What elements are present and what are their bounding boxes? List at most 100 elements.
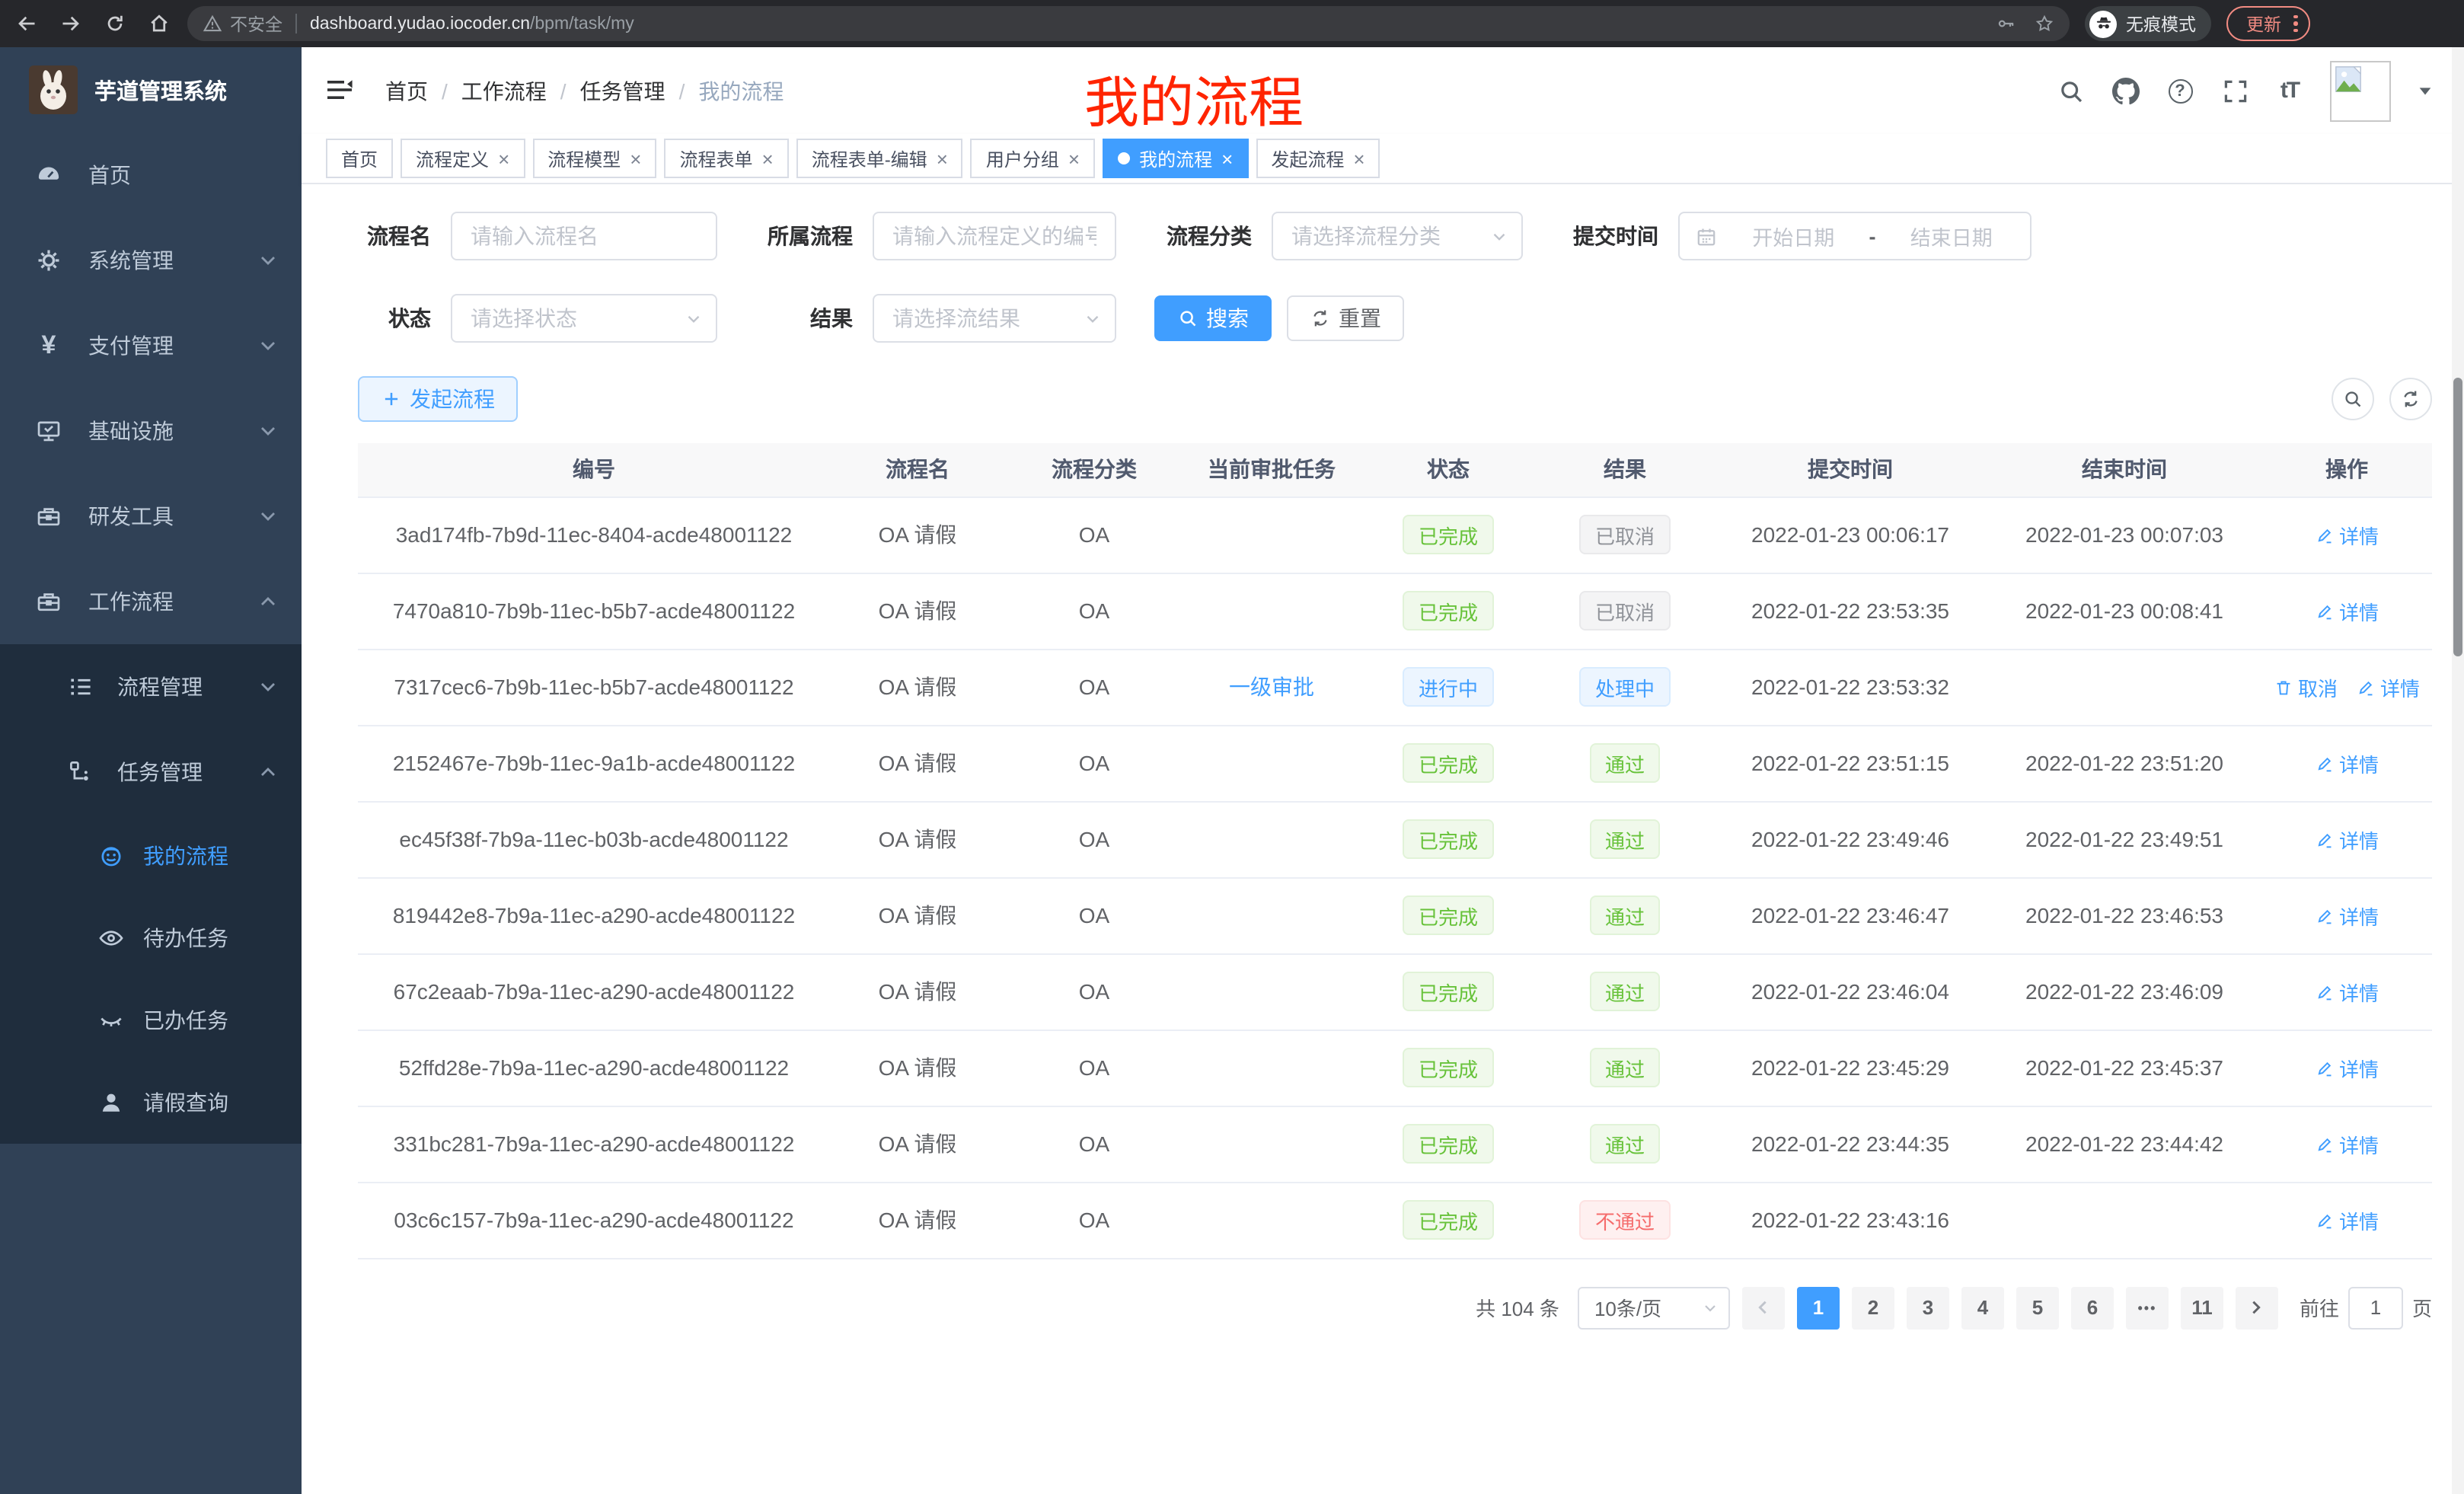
close-icon[interactable]: × <box>762 148 774 168</box>
sidebar-item-my-process[interactable]: 我的流程 <box>0 815 302 897</box>
page-button-11[interactable]: 11 <box>2181 1286 2223 1329</box>
close-icon[interactable]: × <box>1353 148 1364 168</box>
tab-process-form[interactable]: 流程表单× <box>664 139 788 178</box>
next-page-button[interactable] <box>2236 1286 2278 1329</box>
update-label: 更新 <box>2246 11 2281 36</box>
close-icon[interactable]: × <box>1068 148 1080 168</box>
page-size-select[interactable]: 10条/页 <box>1578 1286 1730 1329</box>
scrollbar-track[interactable] <box>2452 47 2464 1494</box>
page-button-1[interactable]: 1 <box>1797 1286 1840 1329</box>
sidebar-item-task-mgmt[interactable]: 任务管理 <box>0 729 302 815</box>
breadcrumb-item[interactable]: 任务管理 <box>580 75 665 106</box>
edit-icon <box>2315 1210 2335 1230</box>
sidebar-item-devtools[interactable]: 研发工具 <box>0 474 302 559</box>
tab-process-form-edit[interactable]: 流程表单-编辑× <box>796 139 963 178</box>
browser-menu-icon[interactable] <box>2293 14 2297 33</box>
tab-start-process[interactable]: 发起流程× <box>1256 139 1380 178</box>
browser-home-icon[interactable] <box>142 7 175 40</box>
avatar-caret-icon[interactable] <box>2417 82 2434 99</box>
end-date-placeholder[interactable]: 结束日期 <box>1888 221 2016 251</box>
search-button[interactable]: 搜索 <box>1154 295 1272 341</box>
close-icon[interactable]: × <box>1221 148 1233 168</box>
close-icon[interactable]: × <box>630 148 641 168</box>
detail-link[interactable]: 详情 <box>2315 825 2379 854</box>
github-icon[interactable] <box>2111 76 2140 105</box>
breadcrumb-item[interactable]: 工作流程 <box>461 75 547 106</box>
tab-user-group[interactable]: 用户分组× <box>971 139 1095 178</box>
status-select[interactable]: 请选择状态 <box>451 294 717 343</box>
submit-time-range[interactable]: 开始日期 - 结束日期 <box>1678 212 2032 260</box>
workflow-icon <box>32 585 65 618</box>
create-process-button[interactable]: 发起流程 <box>358 376 518 422</box>
more-pages-button[interactable]: ••• <box>2126 1286 2169 1329</box>
page-button-4[interactable]: 4 <box>1961 1286 2004 1329</box>
detail-link[interactable]: 详情 <box>2315 596 2379 625</box>
sidebar-toggle-icon[interactable] <box>324 74 358 107</box>
sidebar-item-done-tasks[interactable]: 已办任务 <box>0 979 302 1061</box>
table-row: 819442e8-7b9a-11ec-a290-acde48001122 OA … <box>358 877 2432 953</box>
detail-link[interactable]: 详情 <box>2315 1053 2379 1082</box>
browser-reload-icon[interactable] <box>97 7 131 40</box>
status-badge: 已完成 <box>1403 895 1493 935</box>
sidebar-item-home[interactable]: 首页 <box>0 132 302 218</box>
security-label[interactable]: 不安全 <box>230 11 282 36</box>
page-button-5[interactable]: 5 <box>2016 1286 2059 1329</box>
detail-link[interactable]: 详情 <box>2315 977 2379 1006</box>
browser-forward-icon[interactable] <box>53 7 87 40</box>
tab-my-process[interactable]: 我的流程× <box>1103 139 1248 178</box>
reset-button[interactable]: 重置 <box>1287 295 1404 341</box>
start-date-placeholder[interactable]: 开始日期 <box>1730 221 1857 251</box>
refresh-table-button[interactable] <box>2389 378 2432 420</box>
key-icon[interactable] <box>1996 14 2016 34</box>
font-size-icon[interactable]: tT <box>2275 76 2304 105</box>
process-definition-input[interactable] <box>873 212 1116 260</box>
detail-link[interactable]: 详情 <box>2315 1129 2379 1158</box>
filter-row-1: 流程名 所属流程 流程分类 请选择流程分类 <box>358 212 2432 260</box>
page-button-2[interactable]: 2 <box>1852 1286 1894 1329</box>
search-icon[interactable] <box>2056 76 2085 105</box>
goto-page-input[interactable] <box>2348 1286 2403 1329</box>
detail-link[interactable]: 详情 <box>2315 901 2379 930</box>
edit-icon <box>2315 982 2335 1001</box>
result-select[interactable]: 请选择流结果 <box>873 294 1116 343</box>
page-button-3[interactable]: 3 <box>1907 1286 1949 1329</box>
status-badge: 已完成 <box>1403 591 1493 630</box>
goto-suffix: 页 <box>2412 1293 2432 1322</box>
result-badge: 通过 <box>1590 819 1660 859</box>
avatar[interactable] <box>2330 60 2391 121</box>
tab-process-model[interactable]: 流程模型× <box>532 139 656 178</box>
detail-link[interactable]: 详情 <box>2315 1205 2379 1234</box>
warning-icon <box>203 14 222 34</box>
sidebar-item-system[interactable]: 系统管理 <box>0 218 302 303</box>
address-bar[interactable]: 不安全 dashboard.yudao.iocoder.cn /bpm/task… <box>187 6 2070 41</box>
page-button-6[interactable]: 6 <box>2071 1286 2114 1329</box>
sidebar-item-todo-tasks[interactable]: 待办任务 <box>0 897 302 979</box>
current-task-link[interactable]: 一级审批 <box>1229 675 1314 699</box>
cancel-link[interactable]: 取消 <box>2274 672 2338 701</box>
show-search-button[interactable] <box>2332 378 2374 420</box>
update-button[interactable]: 更新 <box>2226 6 2309 41</box>
sidebar-item-process-mgmt[interactable]: 流程管理 <box>0 644 302 729</box>
detail-link[interactable]: 详情 <box>2315 520 2379 549</box>
tab-process-definition[interactable]: 流程定义× <box>401 139 525 178</box>
tab-home[interactable]: 首页 <box>326 139 393 178</box>
help-icon[interactable]: ? <box>2166 76 2194 105</box>
detail-link[interactable]: 详情 <box>2356 672 2420 701</box>
sidebar-item-payment[interactable]: ¥ 支付管理 <box>0 303 302 388</box>
scrollbar-thumb[interactable] <box>2453 378 2462 656</box>
close-icon[interactable]: × <box>937 148 948 168</box>
app-logo[interactable]: 芋道管理系统 <box>0 47 302 132</box>
browser-back-icon[interactable] <box>9 7 43 40</box>
close-icon[interactable]: × <box>498 148 509 168</box>
sidebar-item-workflow[interactable]: 工作流程 <box>0 559 302 644</box>
sidebar-item-leave-query[interactable]: 请假查询 <box>0 1061 302 1144</box>
process-name-input[interactable] <box>451 212 717 260</box>
category-select[interactable]: 请选择流程分类 <box>1272 212 1523 260</box>
breadcrumb-item[interactable]: 首页 <box>385 75 428 106</box>
fullscreen-icon[interactable] <box>2220 76 2249 105</box>
detail-link[interactable]: 详情 <box>2315 749 2379 777</box>
prev-page-button[interactable] <box>1742 1286 1785 1329</box>
yen-icon: ¥ <box>32 329 65 362</box>
sidebar-item-infra[interactable]: 基础设施 <box>0 388 302 474</box>
bookmark-star-icon[interactable] <box>2035 14 2054 34</box>
